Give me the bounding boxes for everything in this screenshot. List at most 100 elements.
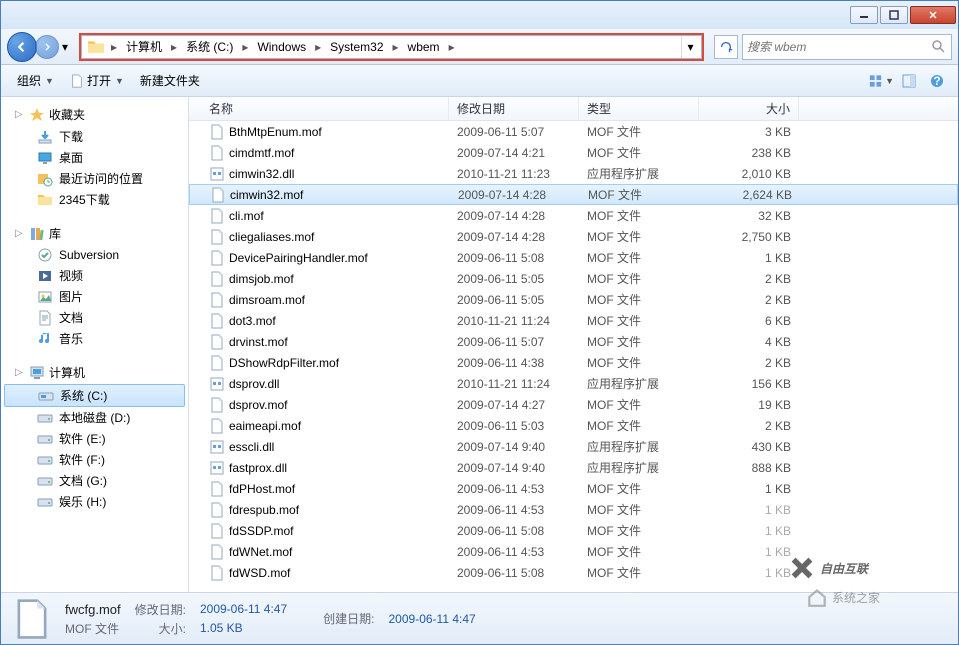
search-input[interactable] xyxy=(747,40,931,54)
status-create-label: 创建日期: xyxy=(323,610,374,627)
address-bar-highlight: ▸ 计算机▸系统 (C:)▸Windows▸System32▸wbem▸ ▾ xyxy=(79,33,704,61)
sidebar-item[interactable]: 软件 (E:) xyxy=(1,428,188,449)
search-icon xyxy=(931,39,947,55)
address-dropdown[interactable]: ▾ xyxy=(681,36,699,58)
breadcrumb-separator[interactable]: ▸ xyxy=(168,40,180,54)
search-box[interactable] xyxy=(742,34,952,60)
sidebar-item[interactable]: 文档 xyxy=(1,307,188,328)
address-bar[interactable]: ▸ 计算机▸系统 (C:)▸Windows▸System32▸wbem▸ ▾ xyxy=(81,35,702,59)
status-filetype: MOF 文件 xyxy=(65,620,121,637)
file-row[interactable]: drvinst.mof 2009-06-11 5:07 MOF 文件 4 KB xyxy=(189,331,958,352)
sidebar-item[interactable]: Subversion xyxy=(1,245,188,265)
organize-menu[interactable]: 组织▼ xyxy=(9,69,62,92)
file-icon xyxy=(209,208,225,224)
open-icon xyxy=(70,74,84,88)
drive-icon xyxy=(37,473,53,489)
file-icon xyxy=(209,271,225,287)
back-button[interactable] xyxy=(7,32,37,62)
sidebar-item[interactable]: 文档 (G:) xyxy=(1,470,188,491)
pic-icon xyxy=(37,289,53,305)
dll-icon xyxy=(209,460,225,476)
file-row[interactable]: cimwin32.dll 2010-11-21 11:23 应用程序扩展 2,0… xyxy=(189,163,958,184)
file-row[interactable]: BthMtpEnum.mof 2009-06-11 5:07 MOF 文件 3 … xyxy=(189,121,958,142)
close-button[interactable] xyxy=(910,6,956,24)
help-button[interactable] xyxy=(924,70,950,92)
refresh-button[interactable] xyxy=(714,35,738,59)
svn-icon xyxy=(37,247,53,263)
file-row[interactable]: dimsjob.mof 2009-06-11 5:05 MOF 文件 2 KB xyxy=(189,268,958,289)
file-row[interactable]: fdrespub.mof 2009-06-11 4:53 MOF 文件 1 KB xyxy=(189,499,958,520)
file-icon xyxy=(209,502,225,518)
file-icon xyxy=(209,481,225,497)
breadcrumb-separator[interactable]: ▸ xyxy=(446,40,458,54)
breadcrumb-item[interactable]: 计算机 xyxy=(120,38,168,56)
view-options-button[interactable]: ▼ xyxy=(868,70,894,92)
breadcrumb-separator[interactable]: ▸ xyxy=(312,40,324,54)
sidebar-item[interactable]: 本地磁盘 (D:) xyxy=(1,407,188,428)
sidebar-item[interactable]: 系统 (C:) xyxy=(4,384,185,407)
status-create-value: 2009-06-11 4:47 xyxy=(389,612,476,626)
file-row[interactable]: cli.mof 2009-07-14 4:28 MOF 文件 32 KB xyxy=(189,205,958,226)
file-list[interactable]: BthMtpEnum.mof 2009-06-11 5:07 MOF 文件 3 … xyxy=(189,121,958,592)
drive-c-icon xyxy=(38,388,54,404)
file-row[interactable]: cimdmtf.mof 2009-07-14 4:21 MOF 文件 238 K… xyxy=(189,142,958,163)
breadcrumb-item[interactable]: System32 xyxy=(324,38,389,56)
watermark-1: 自由互联 xyxy=(788,554,868,582)
breadcrumb-separator[interactable]: ▸ xyxy=(239,40,251,54)
file-row[interactable]: esscli.dll 2009-07-14 9:40 应用程序扩展 430 KB xyxy=(189,436,958,457)
status-mod-value: 2009-06-11 4:47 xyxy=(200,602,287,616)
folder-icon xyxy=(37,192,53,208)
sidebar-item[interactable]: 音乐 xyxy=(1,328,188,349)
doc-icon xyxy=(37,310,53,326)
drive-icon xyxy=(37,431,53,447)
nav-history-dropdown[interactable]: ▾ xyxy=(59,35,71,59)
preview-pane-button[interactable] xyxy=(896,70,922,92)
sidebar-item[interactable]: 娱乐 (H:) xyxy=(1,491,188,512)
breadcrumb-item[interactable]: Windows xyxy=(251,38,312,56)
breadcrumb-item[interactable]: 系统 (C:) xyxy=(180,38,239,56)
file-row[interactable]: fdSSDP.mof 2009-06-11 5:08 MOF 文件 1 KB xyxy=(189,520,958,541)
forward-button[interactable] xyxy=(35,35,59,59)
sidebar-group-header[interactable]: ▷计算机 xyxy=(1,361,188,384)
column-type[interactable]: 类型 xyxy=(579,97,699,120)
file-row[interactable]: dot3.mof 2010-11-21 11:24 MOF 文件 6 KB xyxy=(189,310,958,331)
column-size[interactable]: 大小 xyxy=(699,97,799,120)
dll-icon xyxy=(209,376,225,392)
file-icon xyxy=(209,229,225,245)
column-headers: 名称 修改日期 类型 大小 xyxy=(189,97,958,121)
breadcrumb-separator[interactable]: ▸ xyxy=(390,40,402,54)
sidebar-item[interactable]: 软件 (F:) xyxy=(1,449,188,470)
sidebar: ▷收藏夹下载桌面最近访问的位置2345下载 ▷库Subversion视频图片文档… xyxy=(1,97,189,592)
file-icon xyxy=(209,397,225,413)
breadcrumb-item[interactable]: wbem xyxy=(402,38,446,56)
sidebar-group-header[interactable]: ▷收藏夹 xyxy=(1,103,188,126)
titlebar xyxy=(1,1,958,29)
file-row[interactable]: eaimeapi.mof 2009-06-11 5:03 MOF 文件 2 KB xyxy=(189,415,958,436)
column-name[interactable]: 名称 xyxy=(189,97,449,120)
maximize-button[interactable] xyxy=(880,6,908,24)
sidebar-item[interactable]: 最近访问的位置 xyxy=(1,168,188,189)
file-row[interactable]: dsprov.dll 2010-11-21 11:24 应用程序扩展 156 K… xyxy=(189,373,958,394)
file-row[interactable]: dsprov.mof 2009-07-14 4:27 MOF 文件 19 KB xyxy=(189,394,958,415)
sidebar-item[interactable]: 2345下载 xyxy=(1,189,188,210)
file-row[interactable]: DShowRdpFilter.mof 2009-06-11 4:38 MOF 文… xyxy=(189,352,958,373)
file-row[interactable]: fastprox.dll 2009-07-14 9:40 应用程序扩展 888 … xyxy=(189,457,958,478)
file-row[interactable]: fdPHost.mof 2009-06-11 4:53 MOF 文件 1 KB xyxy=(189,478,958,499)
file-row[interactable]: cliegaliases.mof 2009-07-14 4:28 MOF 文件 … xyxy=(189,226,958,247)
sidebar-item[interactable]: 下载 xyxy=(1,126,188,147)
column-date[interactable]: 修改日期 xyxy=(449,97,579,120)
sidebar-item[interactable]: 图片 xyxy=(1,286,188,307)
sidebar-group-header[interactable]: ▷库 xyxy=(1,222,188,245)
file-icon xyxy=(209,544,225,560)
status-size-value: 1.05 KB xyxy=(200,621,287,635)
file-row[interactable]: cimwin32.mof 2009-07-14 4:28 MOF 文件 2,62… xyxy=(189,184,958,205)
new-folder-button[interactable]: 新建文件夹 xyxy=(132,69,208,92)
sidebar-item[interactable]: 桌面 xyxy=(1,147,188,168)
open-button[interactable]: 打开▼ xyxy=(62,69,132,92)
sidebar-item[interactable]: 视频 xyxy=(1,265,188,286)
navbar: ▾ ▸ 计算机▸系统 (C:)▸Windows▸System32▸wbem▸ ▾ xyxy=(1,29,958,65)
file-row[interactable]: dimsroam.mof 2009-06-11 5:05 MOF 文件 2 KB xyxy=(189,289,958,310)
file-row[interactable]: DevicePairingHandler.mof 2009-06-11 5:08… xyxy=(189,247,958,268)
minimize-button[interactable] xyxy=(850,6,878,24)
breadcrumb-separator[interactable]: ▸ xyxy=(108,40,120,54)
